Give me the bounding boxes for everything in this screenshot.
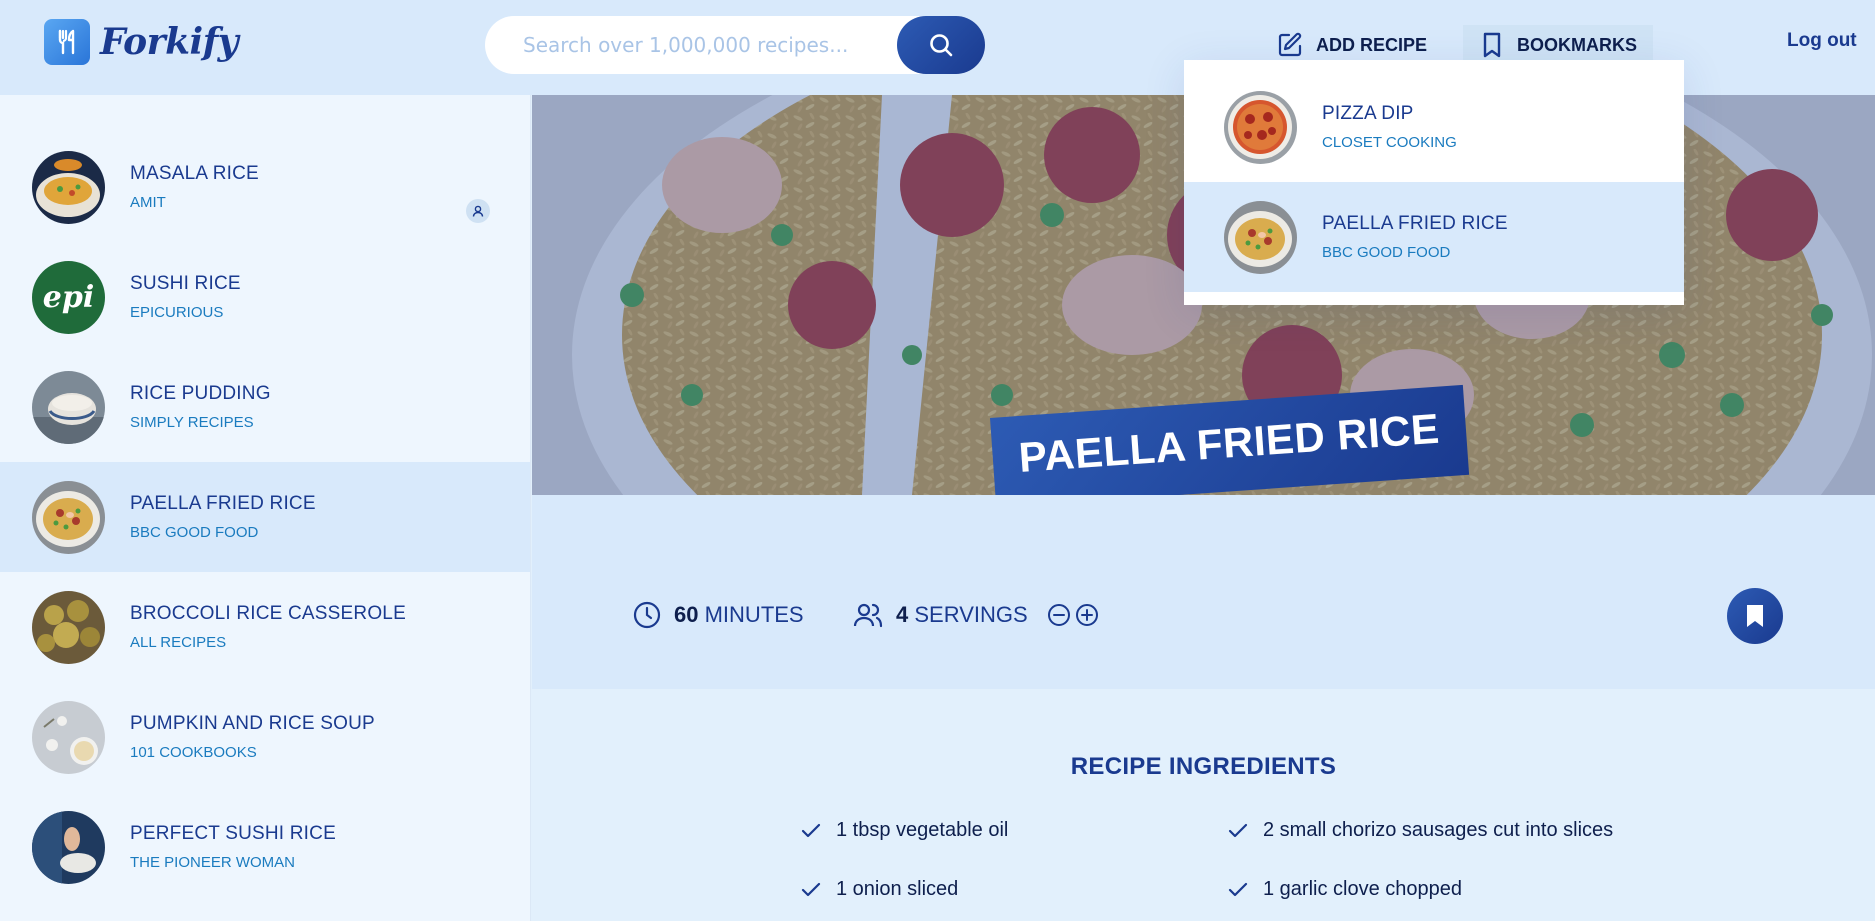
bookmarks-dropdown: PIZZA DIP CLOSET COOKING PAELLA FRIED RI… [1184, 60, 1684, 305]
decrease-servings-button[interactable] [1046, 602, 1072, 628]
result-title: RICE PUDDING [130, 383, 271, 404]
fork-knife-icon [44, 19, 90, 65]
ingredient-item: 1 garlic clove chopped [1227, 878, 1462, 901]
plus-circle-icon [1075, 604, 1098, 626]
edit-icon [1278, 32, 1302, 57]
recipe-thumbnail [32, 150, 105, 224]
bookmark-title: PAELLA FRIED RICE [1322, 213, 1508, 234]
users-icon [853, 603, 883, 628]
cooking-time: 60 MINUTES [632, 600, 804, 630]
recipe-thumbnail [32, 370, 105, 444]
search-form [485, 16, 985, 74]
clock-icon [633, 601, 661, 629]
result-title: MASALA RICE [130, 163, 259, 184]
minus-circle-icon [1047, 604, 1070, 626]
bookmark-item[interactable]: PIZZA DIP CLOSET COOKING [1184, 72, 1684, 182]
thumbnail-logo-text: epi [42, 279, 95, 315]
bookmark-publisher: CLOSET COOKING [1322, 134, 1457, 151]
result-item[interactable]: PUMPKIN AND RICE SOUP 101 COOKBOOKS [0, 682, 530, 792]
ingredient-item: 1 onion sliced [800, 878, 958, 901]
result-publisher: BBC GOOD FOOD [130, 524, 259, 541]
recipe-title: PAELLA FRIED RICE [1017, 404, 1441, 482]
recipe-thumbnail: epi [32, 260, 105, 334]
check-icon [1228, 823, 1248, 837]
recipe-ingredients: RECIPE INGREDIENTS 1 tbsp vegetable oil … [532, 689, 1875, 921]
recipe-thumbnail [32, 700, 105, 774]
recipe-thumbnail [32, 590, 105, 664]
bookmark-icon [1483, 32, 1501, 58]
bookmark-item-active[interactable]: PAELLA FRIED RICE BBC GOOD FOOD [1184, 182, 1684, 292]
recipe-thumbnail [1224, 90, 1297, 164]
bookmark-recipe-button[interactable] [1727, 588, 1783, 644]
recipe-thumbnail [32, 480, 105, 554]
servings-unit: SERVINGS [914, 602, 1028, 627]
ingredient-item: 1 tbsp vegetable oil [800, 819, 1008, 842]
result-publisher: ALL RECIPES [130, 634, 227, 651]
search-button[interactable] [897, 16, 985, 74]
result-item-active[interactable]: PAELLA FRIED RICE BBC GOOD FOOD [0, 462, 530, 572]
recipe-thumbnail [1224, 200, 1297, 274]
servings-value: 4 [896, 602, 909, 627]
result-title: PUMPKIN AND RICE SOUP [130, 713, 375, 734]
ingredient-text: 1 tbsp vegetable oil [836, 819, 1009, 841]
add-recipe-label: ADD RECIPE [1316, 34, 1428, 55]
ingredient-text: 2 small chorizo sausages cut into slices [1263, 819, 1614, 841]
result-item[interactable]: RICE PUDDING SIMPLY RECIPES [0, 352, 530, 462]
search-results: MASALA RICE AMIT epi SUSHI RICE EPICURIO… [0, 95, 531, 921]
servings: 4 SERVINGS [852, 600, 1100, 630]
result-publisher: THE PIONEER WOMAN [130, 854, 296, 871]
result-item[interactable]: MASALA RICE AMIT [0, 132, 530, 242]
ingredient-item: 2 small chorizo sausages cut into slices [1227, 819, 1613, 842]
check-icon [801, 823, 821, 837]
cooking-time-value: 60 [674, 602, 699, 627]
recipe-thumbnail [32, 810, 105, 884]
ingredient-text: 1 garlic clove chopped [1263, 878, 1463, 900]
logo[interactable]: Forkify [44, 19, 239, 65]
add-recipe-button[interactable]: ADD RECIPE [1260, 25, 1443, 65]
bookmark-title: PIZZA DIP [1322, 103, 1414, 124]
bookmarks-label: BOOKMARKS [1517, 34, 1637, 55]
result-publisher: AMIT [130, 194, 166, 211]
ingredients-heading: RECIPE INGREDIENTS [1070, 753, 1337, 780]
ingredient-text: 1 onion sliced [836, 878, 959, 900]
result-title: BROCCOLI RICE CASSEROLE [130, 603, 406, 624]
result-title: PERFECT SUSHI RICE [130, 823, 336, 844]
increase-servings-button[interactable] [1074, 602, 1100, 628]
result-title: PAELLA FRIED RICE [130, 493, 316, 514]
search-icon [930, 34, 953, 57]
logo-text: Forkify [100, 21, 239, 63]
check-icon [801, 882, 821, 896]
result-item[interactable]: BROCCOLI RICE CASSEROLE ALL RECIPES [0, 572, 530, 682]
cooking-time-unit: MINUTES [704, 602, 804, 627]
bookmark-filled-icon [1747, 605, 1763, 627]
result-item[interactable]: epi SUSHI RICE EPICURIOUS [0, 242, 530, 352]
bookmark-publisher: BBC GOOD FOOD [1322, 244, 1451, 261]
result-item[interactable]: PERFECT SUSHI RICE THE PIONEER WOMAN [0, 792, 530, 902]
result-publisher: EPICURIOUS [130, 304, 224, 321]
result-title: SUSHI RICE [130, 273, 241, 294]
user-generated-icon [466, 199, 490, 223]
result-publisher: SIMPLY RECIPES [130, 414, 254, 431]
result-publisher: 101 COOKBOOKS [130, 744, 257, 761]
search-input[interactable] [485, 16, 895, 74]
check-icon [1228, 882, 1248, 896]
recipe-details: 60 MINUTES 4 SERVINGS [532, 495, 1875, 689]
bookmarks-button[interactable]: BOOKMARKS [1463, 25, 1653, 65]
logout-link[interactable]: Log out [1787, 30, 1857, 52]
